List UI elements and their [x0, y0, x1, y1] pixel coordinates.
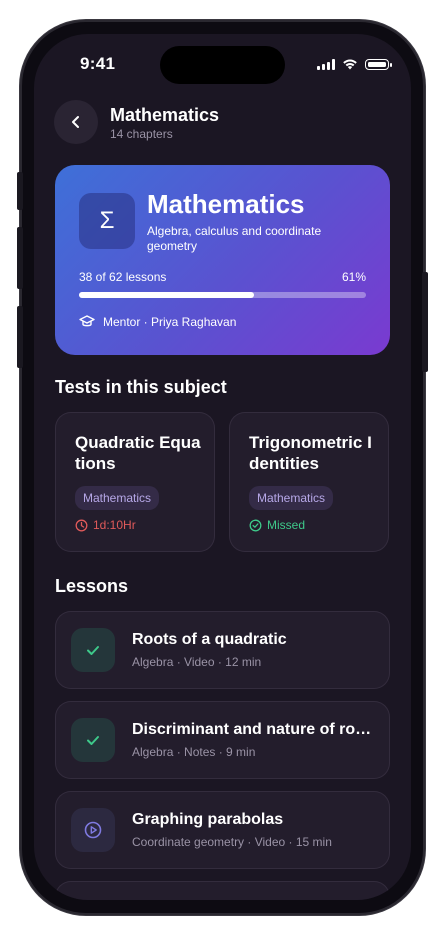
- lesson-status-badge: [71, 808, 115, 852]
- tests-section-title: Tests in this subject: [55, 377, 227, 397]
- cellular-signal-icon: [317, 58, 335, 70]
- lesson-item[interactable]: Roots of a quadratic Algebra · Video · 1…: [55, 611, 390, 689]
- clock-icon: [75, 519, 88, 531]
- subject-hero-card: Σ Mathematics Algebra, calculus and coor…: [55, 165, 390, 355]
- lesson-meta: Algebra · Notes · 9 min: [132, 745, 256, 759]
- test-card[interactable]: Quadratic Equations Mathematics 1d:10Hr: [55, 412, 215, 552]
- subject-chip: Mathematics: [249, 486, 334, 510]
- app-screen: 9:41 Mathematics 14 chapters Σ Mathemati…: [34, 34, 411, 900]
- test-card[interactable]: Trigonometric Identities Mathematics Mis…: [229, 412, 389, 552]
- status-time: 9:41: [80, 54, 116, 73]
- mentor-row: Mentor · Priya Raghavan: [79, 315, 236, 329]
- test-status: Missed: [249, 518, 305, 532]
- mentor-name: Mentor · Priya Raghavan: [103, 315, 237, 329]
- lesson-meta: Algebra · Video · 12 min: [132, 655, 262, 669]
- chevron-left-icon: [72, 116, 79, 128]
- play-circle-icon: [84, 821, 102, 839]
- test-status-text: Missed: [267, 518, 306, 532]
- check-circle-icon: [249, 519, 262, 531]
- test-status: 1d:10Hr: [75, 518, 136, 532]
- lesson-status-badge: [71, 718, 115, 762]
- progress-bar: [79, 292, 366, 298]
- lesson-title: Roots of a quadratic: [132, 631, 287, 648]
- chapter-count: 14 chapters: [110, 127, 173, 141]
- dynamic-island: [160, 46, 285, 84]
- check-icon: [87, 736, 99, 745]
- lessons-section-title: Lessons: [55, 576, 129, 596]
- status-icons: [317, 58, 392, 70]
- test-name: Trigonometric Identities: [249, 433, 372, 473]
- check-icon: [87, 646, 99, 655]
- test-status-text: 1d:10Hr: [93, 518, 136, 532]
- progress-percent: 61%: [341, 270, 366, 284]
- page-title: Mathematics: [110, 105, 220, 125]
- hero-title: Mathematics: [147, 189, 305, 219]
- lesson-item-partial[interactable]: [55, 881, 390, 900]
- lesson-status-badge: [71, 628, 115, 672]
- lesson-item[interactable]: Graphing parabolas Coordinate geometry ·…: [55, 791, 390, 869]
- phone-body: 9:41 Mathematics 14 chapters Σ Mathemati…: [22, 22, 423, 913]
- sigma-icon: Σ: [79, 193, 135, 249]
- battery-icon: [365, 58, 392, 70]
- back-button[interactable]: [54, 100, 98, 144]
- lessons-progress-label: 38 of 62 lessons: [79, 270, 167, 284]
- page-header: Mathematics 14 chapters: [54, 100, 391, 146]
- progress-bar-fill: [79, 292, 255, 298]
- subject-chip: Mathematics: [75, 486, 160, 510]
- wifi-icon: [343, 59, 357, 70]
- lesson-title: Discriminant and nature of roots: [132, 721, 372, 738]
- test-name: Quadratic Equations: [75, 433, 201, 473]
- hero-description: Algebra, calculus and coordinate geometr…: [147, 224, 322, 253]
- graduation-cap-icon: [79, 315, 95, 327]
- lesson-item[interactable]: Discriminant and nature of roots Algebra…: [55, 701, 390, 779]
- lesson-title: Graphing parabolas: [132, 811, 284, 828]
- lesson-meta: Coordinate geometry · Video · 15 min: [132, 835, 332, 849]
